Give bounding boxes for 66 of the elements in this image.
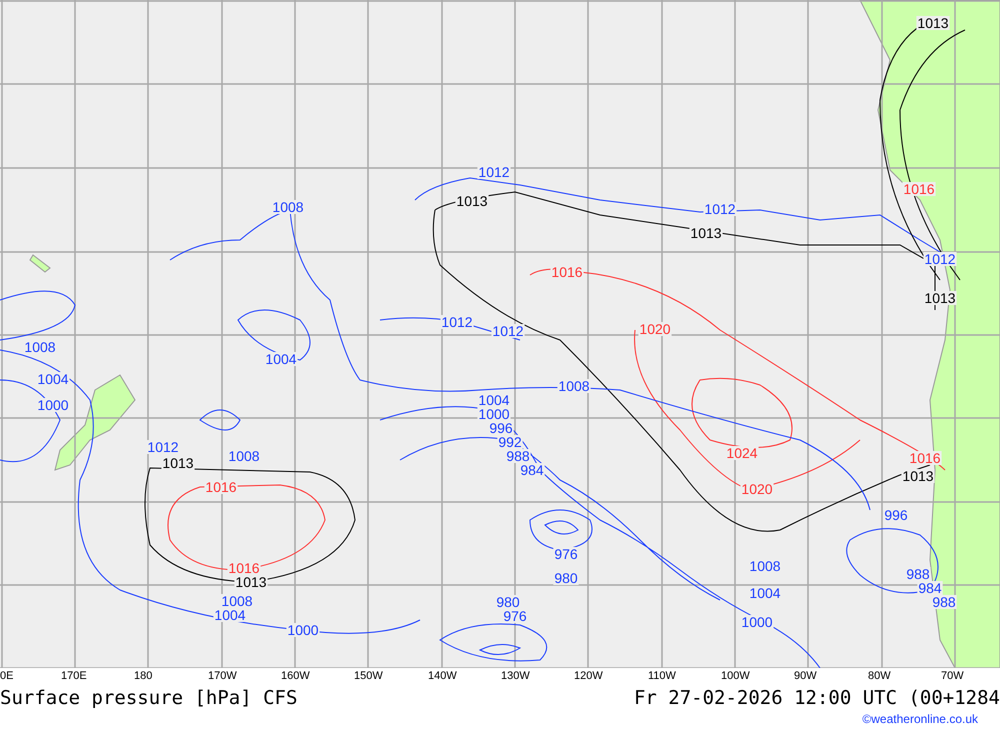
contour-label: 1004: [264, 351, 298, 367]
contour-label: 996: [488, 420, 514, 436]
contour-label: 984: [519, 462, 545, 478]
axis-label: 120W: [574, 669, 603, 683]
contour-label: 980: [495, 594, 521, 610]
contour-label: 1016: [204, 479, 238, 495]
contour-label: 996: [883, 507, 909, 523]
axis-label: 130W: [501, 669, 530, 683]
contour-label: 1008: [271, 199, 305, 215]
contour-label: 1012: [440, 314, 474, 330]
contour-label: 1008: [557, 378, 591, 394]
contour-label: 1020: [638, 321, 672, 337]
axis-label: 0E: [0, 669, 14, 683]
credit-link[interactable]: ©weatheronline.co.uk: [862, 712, 978, 727]
contour-label: 988: [505, 448, 531, 464]
contour-label: 1013: [916, 15, 950, 31]
axis-label: 80W: [868, 669, 891, 683]
contour-label: 1000: [36, 397, 70, 413]
axis-label: 140W: [428, 669, 457, 683]
valid-time: Fr 27-02-2026 12:00 UTC (00+1284: [634, 687, 1000, 709]
axis-label: 180: [134, 669, 152, 683]
contour-label: 976: [502, 608, 528, 624]
contour-label: 1008: [220, 593, 254, 609]
contour-label: 1008: [748, 558, 782, 574]
contour-label: 1008: [23, 339, 57, 355]
contour-label: 1016: [227, 560, 261, 576]
axis-label: 110W: [648, 669, 676, 683]
contour-label: 1020: [740, 481, 774, 497]
axis-label: 160W: [281, 669, 310, 683]
contour-label: 1000: [740, 614, 774, 630]
contour-label: 992: [497, 434, 523, 450]
axis-label: 70W: [941, 669, 964, 683]
contour-label: 1004: [748, 585, 782, 601]
contour-label: 1013: [161, 455, 195, 471]
contour-label: 988: [931, 594, 957, 610]
contour-label: 980: [553, 570, 579, 586]
contour-label: 1012: [491, 323, 525, 339]
contour-label: 1013: [901, 468, 935, 484]
island-drawing: [29, 254, 51, 273]
contour-label: 1012: [146, 439, 180, 455]
contour-label: 1016: [908, 450, 942, 466]
contour-label: 1000: [477, 406, 511, 422]
contour-label: 1013: [923, 290, 957, 306]
contour-label: 1012: [703, 201, 737, 217]
contour-label: 1013: [455, 193, 489, 209]
contour-label: 1004: [213, 607, 247, 623]
contour-label: 1016: [902, 181, 936, 197]
chart-title: Surface pressure [hPa] CFS: [0, 687, 298, 709]
axis-label: 100W: [721, 669, 750, 683]
contour-label: 1013: [234, 574, 268, 590]
contour-label: 984: [917, 580, 943, 596]
contour-label: 1004: [36, 371, 70, 387]
axis-label: 150W: [354, 669, 383, 683]
contour-label: 1024: [725, 445, 759, 461]
axis-label: 170W: [208, 669, 237, 683]
contour-label: 976: [553, 546, 579, 562]
contour-label: 1004: [477, 392, 511, 408]
contour-label: 1016: [550, 264, 584, 280]
axis-label: 170E: [61, 669, 87, 683]
contour-label: 1012: [923, 251, 957, 267]
contour-label: 1013: [689, 225, 723, 241]
contour-label: 988: [905, 566, 931, 582]
contour-label: 1000: [286, 622, 320, 638]
axis-label: 90W: [794, 669, 817, 683]
contour-label: 1012: [477, 164, 511, 180]
contour-label: 1008: [227, 448, 261, 464]
